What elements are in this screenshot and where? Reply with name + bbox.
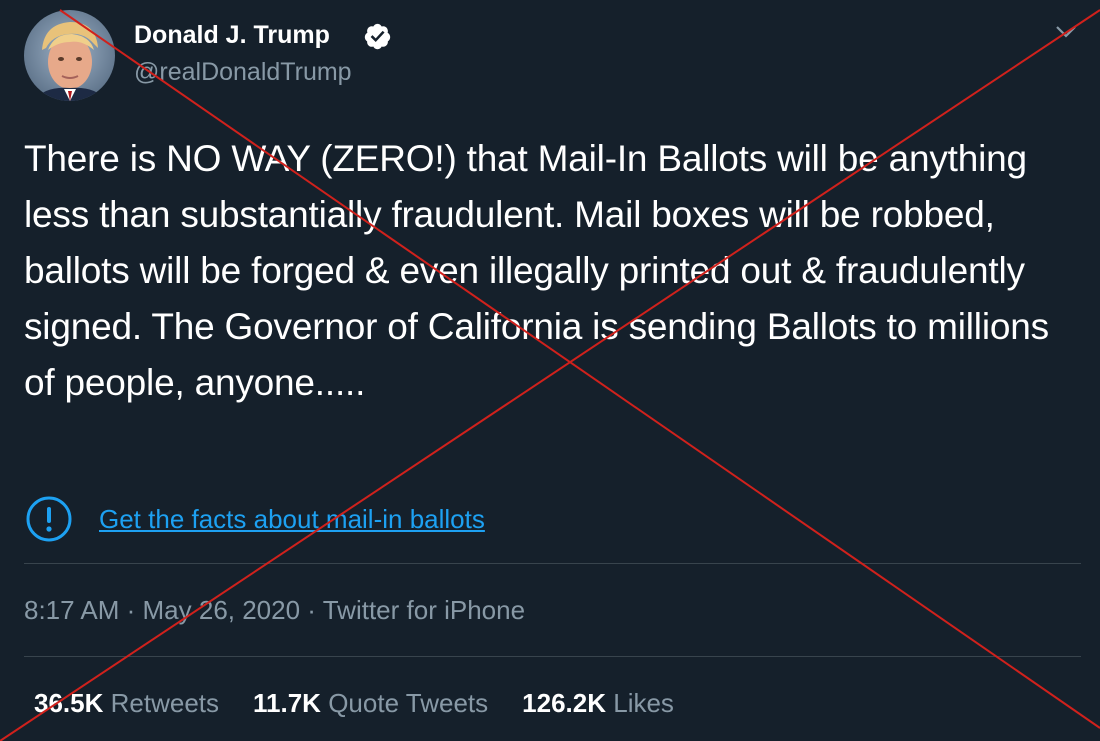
tweet-text: There is NO WAY (ZERO!) that Mail-In Bal… xyxy=(24,138,1049,403)
profile-photo-icon xyxy=(24,10,115,101)
retweets-stat[interactable]: 36.5K Retweets xyxy=(34,688,219,718)
chevron-down-icon[interactable] xyxy=(1054,22,1078,42)
engagement-stats: 36.5K Retweets 11.7K Quote Tweets 126.2K L… xyxy=(34,685,708,721)
quote-tweets-stat[interactable]: 11.7K Quote Tweets xyxy=(253,688,488,718)
tweet-source[interactable]: Twitter for iPhone xyxy=(323,595,525,625)
tweet-date[interactable]: May 26, 2020 xyxy=(143,595,301,625)
divider xyxy=(24,563,1081,564)
quote-tweets-label: Quote Tweets xyxy=(328,688,489,718)
tweet-time[interactable]: 8:17 AM xyxy=(24,595,119,625)
likes-stat[interactable]: 126.2K Likes xyxy=(522,688,674,718)
quote-tweets-count: 11.7K xyxy=(253,688,321,718)
likes-label: Likes xyxy=(613,688,674,718)
meta-separator: · xyxy=(119,595,143,625)
retweets-count: 36.5K xyxy=(34,688,104,718)
verified-badge-icon xyxy=(364,23,391,50)
user-handle[interactable]: @realDonaldTrump xyxy=(134,55,352,89)
meta-separator: · xyxy=(300,595,323,625)
tweet-metadata: 8:17 AM · May 26, 2020 · Twitter for iPh… xyxy=(24,592,525,628)
divider xyxy=(24,656,1081,657)
fact-check-link[interactable]: Get the facts about mail-in ballots xyxy=(99,501,485,537)
display-name[interactable]: Donald J. Trump xyxy=(134,18,330,52)
tweet-card: Donald J. Trump @realDonaldTrump There i… xyxy=(0,0,1100,741)
avatar[interactable] xyxy=(24,10,115,101)
retweets-label: Retweets xyxy=(110,688,220,718)
likes-count: 126.2K xyxy=(522,688,606,718)
exclamation-circle-icon xyxy=(26,496,72,542)
